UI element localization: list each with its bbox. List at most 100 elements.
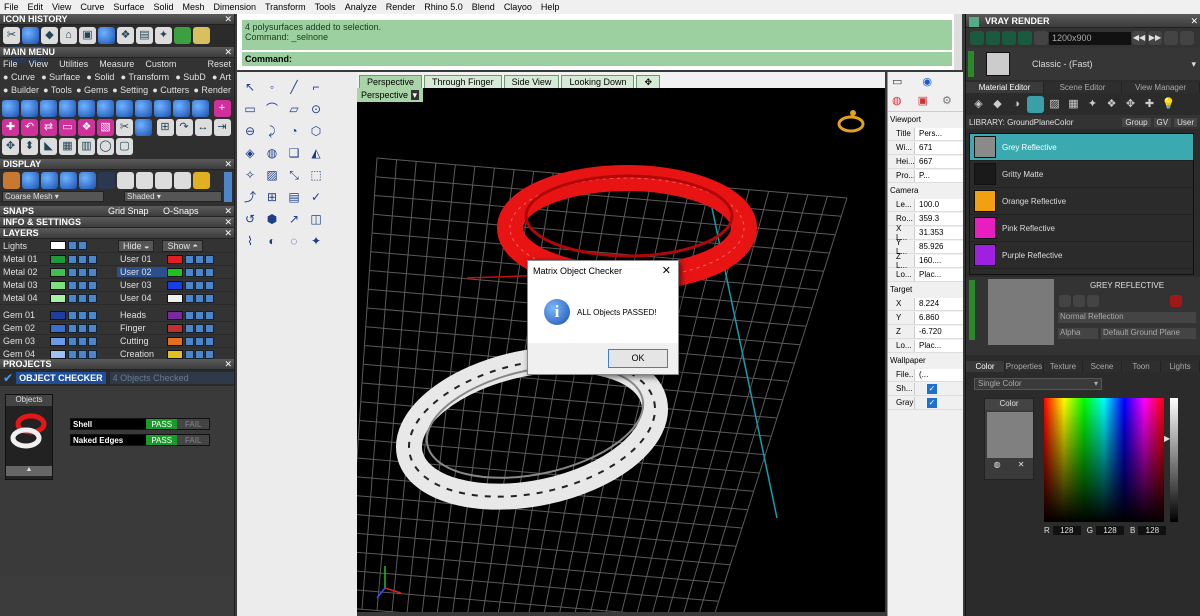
display-icon[interactable] [155,172,172,189]
layer-name[interactable]: User 02 [117,267,167,277]
layer-row[interactable]: Heads [117,309,234,322]
lights-swatch[interactable] [50,241,66,250]
layer-name[interactable]: Heads [117,310,167,320]
layer-color-swatch[interactable] [167,293,183,303]
drawing-tool-icon[interactable]: ▤ [285,188,303,206]
drawing-tool-icon[interactable]: ⤡ [285,166,303,184]
layer-row[interactable]: Cutting [117,335,234,348]
layer-visible-icon[interactable] [68,323,77,333]
prev-icon[interactable]: ◀◀ [1132,31,1146,45]
layer-row[interactable]: Metal 03 [0,279,117,292]
render-region-icon[interactable] [1002,31,1016,45]
layer-lock-icon[interactable] [78,336,87,346]
layer-print-icon[interactable] [205,293,214,303]
property-value[interactable]: Pers... [914,127,963,140]
layer-color-swatch[interactable] [167,267,183,277]
tool-icon[interactable]: ⇥ [213,119,231,136]
property-value[interactable]: P... [914,169,963,182]
display-icon[interactable] [79,172,96,189]
layer-print-icon[interactable] [205,336,214,346]
layer-print-icon[interactable] [205,310,214,320]
layer-name[interactable]: Gem 01 [0,310,50,320]
material-list-item[interactable]: Pink Reflective [970,215,1193,242]
layer-color-swatch[interactable] [167,280,183,290]
layer-row[interactable]: User 02 [117,266,234,279]
drawing-tool-icon[interactable]: ⤴ [241,188,259,206]
layer-name[interactable]: Metal 03 [0,280,50,290]
menu-clayoo[interactable]: Clayoo [504,2,532,12]
color-swatch[interactable] [987,412,1033,458]
expand-icon[interactable] [1180,31,1194,45]
menu-setting[interactable]: ● Setting [112,84,148,97]
color-tab-color[interactable]: Color [966,361,1005,372]
menu-rhino-5-0[interactable]: Rhino 5.0 [424,2,463,12]
drawing-tool-icon[interactable]: ↗ [285,210,303,228]
layer-print-icon[interactable] [88,349,97,359]
layer-visible-icon[interactable] [68,293,77,303]
grid-snap-toggle[interactable]: Grid Snap [108,206,163,216]
history-icon-5[interactable]: ▣ [79,27,96,44]
tool-icon[interactable] [2,100,19,117]
layer-name[interactable]: Metal 04 [0,293,50,303]
layer-name[interactable]: Gem 03 [0,336,50,346]
menu-utilities[interactable]: Utilities [59,58,88,71]
drawing-tool-icon[interactable]: ╱ [285,78,303,96]
resolution-field[interactable]: 1200x900 [1049,31,1131,45]
layer-print-icon[interactable] [88,336,97,346]
history-icon-8[interactable]: ▤ [136,27,153,44]
tool-icon[interactable]: ✥ [2,138,19,155]
color-tab-toon[interactable]: Toon [1122,361,1161,372]
layer-print-icon[interactable] [205,254,214,264]
layer-lock-icon[interactable] [195,310,204,320]
layer-lock-icon[interactable] [195,323,204,333]
layer-lock-icon[interactable] [195,267,204,277]
tool-icon[interactable]: ✂ [116,119,133,136]
menu-cutters[interactable]: ● Cutters [152,84,189,97]
tool-icon[interactable] [192,100,209,117]
color-picker-icon[interactable]: ◍ [994,460,1001,469]
clear-color-icon[interactable]: ✕ [1018,460,1025,469]
display-mode-select[interactable]: Shaded ▾ [124,191,222,202]
history-icon-3[interactable]: ◆ [41,27,58,44]
material-tool-icon[interactable]: ◑ [1008,96,1025,113]
dialog-close-icon[interactable]: ✕ [662,261,671,281]
frame-buffer-icon[interactable] [1018,31,1032,45]
property-value[interactable]: 160.... [914,254,963,267]
layer-visible-icon[interactable] [68,310,77,320]
material-tool-icon[interactable] [1027,95,1044,113]
drawing-tool-icon[interactable]: ❑ [285,144,303,162]
tool-icon[interactable] [135,100,152,117]
drawing-tool-icon[interactable]: ◔ [285,122,303,140]
layer-name[interactable]: Metal 01 [0,254,50,264]
layer-lock-icon[interactable] [195,280,204,290]
tool-icon[interactable] [135,119,152,136]
layer-color-swatch[interactable] [50,310,66,320]
layer-visible-icon[interactable] [185,280,194,290]
menu-view[interactable]: View [52,2,71,12]
history-icon-2[interactable] [22,27,39,44]
drawing-tool-icon[interactable]: ⌇ [241,232,259,250]
layer-lock-icon[interactable] [78,267,87,277]
material-list-item[interactable]: Gritty Matte [970,161,1193,188]
tool-icon[interactable] [154,100,171,117]
color-tab-lights[interactable]: Lights [1161,361,1200,372]
layer-lock-icon[interactable] [78,293,87,303]
menu-blend[interactable]: Blend [472,2,495,12]
gv-select[interactable]: GV [1153,117,1172,127]
tool-icon[interactable] [97,100,114,117]
layer-lock-icon[interactable] [78,323,87,333]
tab-side-view[interactable]: Side View [503,75,560,88]
layer-visible-icon[interactable] [68,267,77,277]
menu-render[interactable]: Render [386,2,416,12]
layer-print-icon[interactable] [205,323,214,333]
checkbox-icon[interactable]: ✓ [927,397,937,408]
layer-visible-icon[interactable] [185,293,194,303]
layer-name[interactable]: Finger [117,323,167,333]
drawing-tool-icon[interactable]: ◭ [307,144,325,162]
display-icon[interactable] [193,172,210,189]
group-select[interactable]: Group [1122,117,1151,127]
property-value[interactable]: -6.720 [914,325,963,338]
drawing-tool-icon[interactable]: ⤸ [263,122,281,140]
menu-tools[interactable]: ● Tools [43,84,72,97]
drawing-tool-icon[interactable]: ✓ [307,188,325,206]
